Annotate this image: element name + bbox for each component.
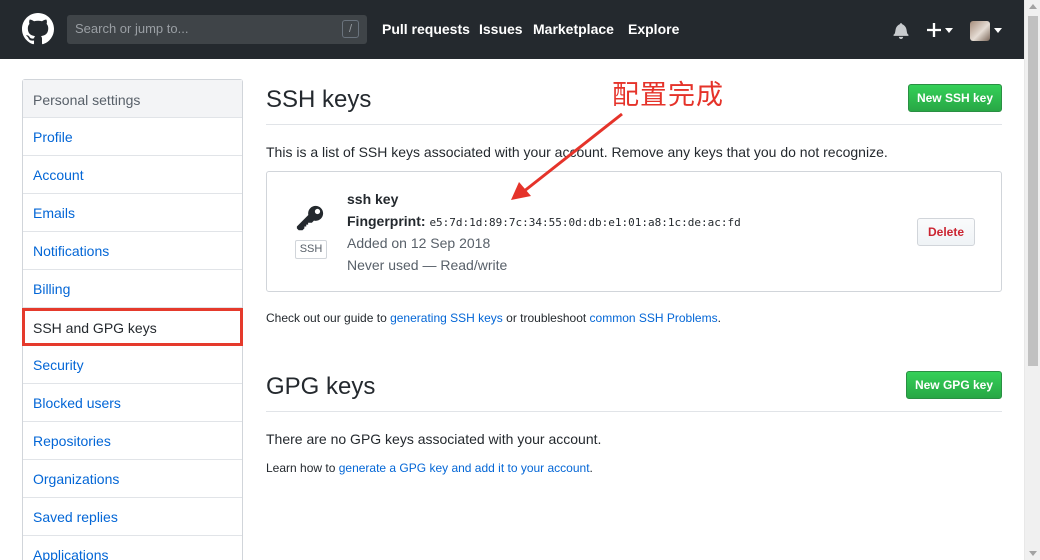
nav-pull-requests[interactable]: Pull requests xyxy=(382,21,470,37)
settings-sidebar: Personal settings Profile Account Emails… xyxy=(22,79,243,560)
delete-ssh-key-button[interactable]: Delete xyxy=(917,218,975,246)
search-shortcut-hint: / xyxy=(342,20,359,38)
scroll-down-arrow-icon[interactable] xyxy=(1029,551,1037,556)
plus-icon[interactable] xyxy=(927,23,941,37)
ssh-guide-middle: or troubleshoot xyxy=(502,311,590,325)
ssh-divider xyxy=(266,124,1002,125)
new-ssh-key-button[interactable]: New SSH key xyxy=(908,84,1002,112)
chevron-down-icon[interactable] xyxy=(945,28,953,33)
sidebar-item-blocked-users[interactable]: Blocked users xyxy=(23,384,242,422)
ssh-keys-title: SSH keys xyxy=(266,86,372,113)
search-placeholder: Search or jump to... xyxy=(75,21,189,36)
ssh-key-entry: SSH ssh key Fingerprint: e5:7d:1d:89:7c:… xyxy=(266,171,1002,292)
vertical-scrollbar[interactable] xyxy=(1024,0,1040,560)
new-gpg-key-button[interactable]: New GPG key xyxy=(906,371,1002,399)
gpg-learn-note: Learn how to generate a GPG key and add … xyxy=(266,461,593,475)
ssh-key-added-date: Added on 12 Sep 2018 xyxy=(347,235,491,251)
gpg-divider xyxy=(266,411,1002,412)
nav-issues[interactable]: Issues xyxy=(479,21,523,37)
gpg-description: There are no GPG keys associated with yo… xyxy=(266,431,602,447)
ssh-key-fingerprint: Fingerprint: e5:7d:1d:89:7c:34:55:0d:db:… xyxy=(347,213,741,229)
sidebar-item-billing[interactable]: Billing xyxy=(23,270,242,308)
sidebar-item-ssh-gpg-keys[interactable]: SSH and GPG keys xyxy=(22,308,243,346)
avatar-chevron-down-icon[interactable] xyxy=(994,28,1002,33)
sidebar-item-emails[interactable]: Emails xyxy=(23,194,242,232)
fingerprint-label: Fingerprint: xyxy=(347,213,426,229)
bell-icon[interactable] xyxy=(893,22,909,39)
annotation-text: 配置完成 xyxy=(612,80,724,111)
annotation-arrow-icon xyxy=(511,112,623,200)
sidebar-item-repositories[interactable]: Repositories xyxy=(23,422,242,460)
nav-marketplace[interactable]: Marketplace xyxy=(533,21,614,37)
gpg-learn-suffix: . xyxy=(589,461,593,475)
top-header: Search or jump to... / Pull requests Iss… xyxy=(0,0,1024,59)
avatar[interactable] xyxy=(970,21,990,41)
nav-explore[interactable]: Explore xyxy=(628,21,679,37)
sidebar-item-security[interactable]: Security xyxy=(23,346,242,384)
ssh-guide-suffix: . xyxy=(717,311,721,325)
ssh-guide-note: Check out our guide to generating SSH ke… xyxy=(266,311,721,325)
ssh-key-name: ssh key xyxy=(347,191,399,207)
scroll-thumb[interactable] xyxy=(1028,16,1038,366)
sidebar-item-applications[interactable]: Applications xyxy=(23,536,242,560)
scroll-up-arrow-icon[interactable] xyxy=(1029,4,1037,9)
sidebar-item-organizations[interactable]: Organizations xyxy=(23,460,242,498)
github-logo-icon[interactable] xyxy=(22,13,54,45)
ssh-key-usage: Never used — Read/write xyxy=(347,257,508,273)
sidebar-heading: Personal settings xyxy=(23,80,242,118)
generating-ssh-keys-link[interactable]: generating SSH keys xyxy=(390,311,503,325)
generate-gpg-key-link[interactable]: generate a GPG key and add it to your ac… xyxy=(339,461,590,475)
sidebar-item-account[interactable]: Account xyxy=(23,156,242,194)
sidebar-item-saved-replies[interactable]: Saved replies xyxy=(23,498,242,536)
ssh-type-badge: SSH xyxy=(295,240,327,259)
ssh-guide-prefix: Check out our guide to xyxy=(266,311,391,325)
gpg-keys-title: GPG keys xyxy=(266,373,376,400)
gpg-learn-prefix: Learn how to xyxy=(266,461,339,475)
sidebar-item-profile[interactable]: Profile xyxy=(23,118,242,156)
common-ssh-problems-link[interactable]: common SSH Problems xyxy=(590,311,718,325)
fingerprint-value: e5:7d:1d:89:7c:34:55:0d:db:e1:01:a8:1c:d… xyxy=(429,216,741,229)
search-input[interactable]: Search or jump to... / xyxy=(67,15,367,44)
key-icon xyxy=(296,205,324,231)
sidebar-item-notifications[interactable]: Notifications xyxy=(23,232,242,270)
